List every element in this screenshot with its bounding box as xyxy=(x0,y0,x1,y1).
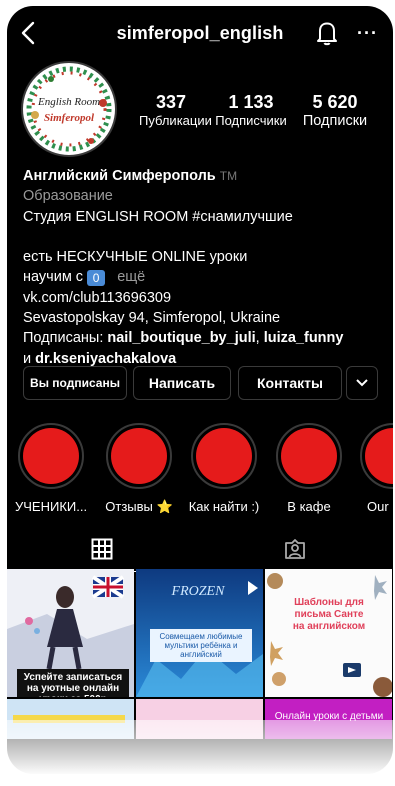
profile-username: simferopol_english xyxy=(116,23,284,43)
bio-line-1: Студия ENGLISH ROOM #снамилучшие xyxy=(23,208,293,225)
profile-tabs xyxy=(7,526,393,572)
tab-tagged[interactable] xyxy=(200,526,393,572)
svg-text:Simferopol: Simferopol xyxy=(44,112,95,124)
back-arrow-icon[interactable] xyxy=(17,20,41,46)
avatar[interactable]: English Room Simferopol xyxy=(21,61,117,157)
svg-text:English Room: English Room xyxy=(37,96,100,108)
instagram-profile-screen: simferopol_english ··· English Room Simf… xyxy=(7,6,393,774)
highlight-students[interactable]: УЧЕНИКИ... xyxy=(15,423,87,514)
post-thumbnail[interactable]: Успейте записаться на уютные онлайн урок… xyxy=(7,569,134,697)
svg-text:FROZEN: FROZEN xyxy=(171,584,226,599)
highlight-our-room[interactable]: Our R xyxy=(357,423,393,514)
post-thumbnail[interactable]: Шаблоны для письма Санте на английском xyxy=(265,569,392,697)
message-button[interactable]: Написать xyxy=(133,366,231,400)
grid-icon xyxy=(91,538,113,560)
trademark-mark: TM xyxy=(219,169,238,183)
top-bar: simferopol_english ··· xyxy=(7,6,393,62)
followers-count[interactable]: 1 133 Подписчики xyxy=(213,91,289,129)
highlight-reviews[interactable]: Отзывы ⭐ xyxy=(103,423,175,515)
post-thumbnail[interactable]: FROZEN Совмещаем любимые мультики ребёнк… xyxy=(136,569,263,697)
bio: Английский Симферополь TM Образование Ст… xyxy=(23,166,383,369)
bio-website-link[interactable]: vk.com/club113696309 xyxy=(23,288,383,308)
bio-line-2: есть НЕСКУЧНЫЕ ONLINE уроки xyxy=(23,249,248,266)
more-options-icon[interactable]: ··· xyxy=(357,24,378,42)
followed-by[interactable]: Подписаны: nail_boutique_by_juli, luiza_… xyxy=(23,328,383,348)
following-button[interactable]: Вы подписаны xyxy=(23,366,127,400)
tagged-person-icon xyxy=(285,539,305,559)
following-count[interactable]: 5 620 Подписки xyxy=(297,91,373,129)
highlight-cafe[interactable]: В кафе xyxy=(273,423,345,514)
number-emoji-badge: 0 xyxy=(87,269,106,286)
display-name: Английский Симферополь xyxy=(23,168,216,184)
tab-grid[interactable] xyxy=(7,526,200,572)
contacts-button[interactable]: Контакты xyxy=(238,366,342,400)
followed-by-3[interactable]: dr.kseniyachakalova xyxy=(35,351,176,367)
more-link[interactable]: ещё xyxy=(117,269,145,285)
suggestions-button[interactable] xyxy=(346,366,378,400)
highlight-directions[interactable]: Как найти :) xyxy=(188,423,260,514)
posts-count[interactable]: 337 Публикации xyxy=(139,91,212,129)
bio-line-3: научим с xyxy=(23,269,84,286)
chevron-down-icon xyxy=(356,379,368,387)
bell-icon[interactable] xyxy=(315,20,339,46)
bio-address: Sevastopolskay 94, Simferopol, Ukraine xyxy=(23,310,281,327)
category-label: Образование xyxy=(23,188,113,205)
bottom-fade xyxy=(0,720,395,786)
